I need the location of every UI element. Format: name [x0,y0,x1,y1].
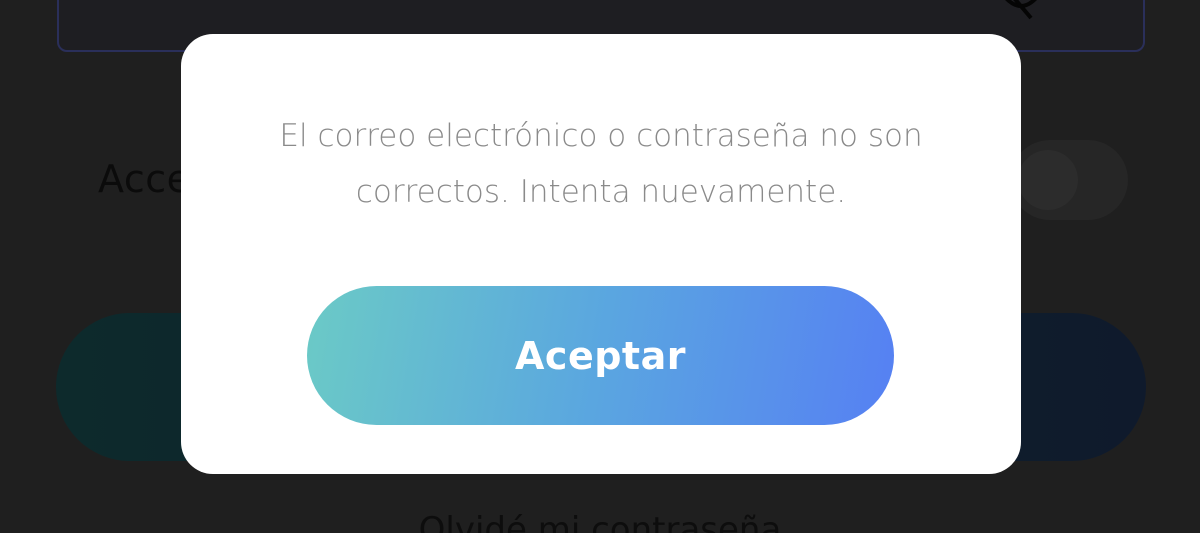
forgot-password-link[interactable]: Olvidé mi contraseña [0,510,1200,533]
login-screen: Acce Olvidé mi contraseña El correo elec… [0,0,1200,533]
remember-me-toggle[interactable] [1010,140,1128,220]
accept-button[interactable]: Aceptar [307,286,894,425]
error-message: El correo electrónico o contraseña no so… [279,118,923,210]
remember-me-label: Acce [98,157,191,201]
error-dialog: El correo electrónico o contraseña no so… [181,34,1021,474]
toggle-knob [1018,150,1078,210]
eye-off-icon[interactable] [999,0,1043,20]
